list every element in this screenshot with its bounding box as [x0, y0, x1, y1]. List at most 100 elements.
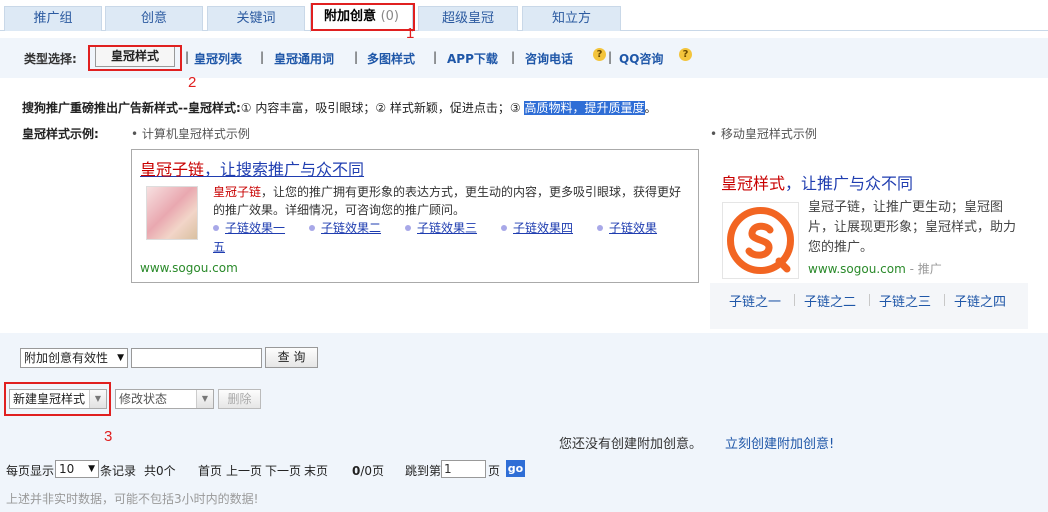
bullet-icon — [501, 225, 507, 231]
type-separator: | — [185, 50, 190, 64]
mobile-sublink[interactable]: 子链之四 — [954, 291, 1006, 310]
bullet-icon — [213, 225, 219, 231]
jump-page-value: 1 — [444, 462, 452, 476]
empty-message: 您还没有创建附加创意。 — [559, 437, 703, 452]
search-input[interactable] — [131, 348, 262, 368]
type-separator: | — [260, 50, 265, 64]
tab-extra-creative[interactable]: 附加创意 (0) — [310, 3, 413, 32]
tab-extra-creative-count: (0) — [380, 9, 399, 24]
tab-keywords[interactable]: 关键词 — [207, 6, 305, 31]
pc-sublink[interactable]: 子链效果二 — [309, 219, 381, 236]
mobile-result-panel: 皇冠样式，让推广与众不同 皇冠子链，让推广更生动；皇冠图片，让展现更形象；皇冠样… — [710, 147, 1028, 283]
per-page-select[interactable]: 10 ▼ — [55, 460, 99, 478]
new-crown-style-combo[interactable]: 新建皇冠样式 ▼ — [9, 389, 107, 409]
tab-creative[interactable]: 创意 — [105, 6, 203, 31]
type-separator: | — [511, 50, 516, 64]
new-crown-style-label: 新建皇冠样式 — [13, 392, 86, 406]
validity-filter-value: 附加创意有效性 — [24, 351, 109, 365]
type-crown-list-link[interactable]: 皇冠列表 — [194, 50, 242, 67]
pc-sublink[interactable]: 子链效果三 — [405, 219, 477, 236]
tab-super-crown-label: 超级皇冠 — [441, 11, 494, 26]
mobile-sublink[interactable]: 子链之一 — [729, 291, 781, 310]
help-icon[interactable]: ? — [679, 48, 692, 61]
chevron-down-icon: ▼ — [89, 390, 106, 408]
query-button[interactable]: 查 询 — [265, 347, 318, 368]
type-phone-link[interactable]: 咨询电话 — [525, 50, 573, 67]
pc-sublink-label: 子链效果三 — [417, 221, 478, 235]
tab-bar: 推广组 创意 关键词 附加创意 (0) 超级皇冠 知立方 — [0, 0, 1048, 32]
go-button[interactable]: go — [506, 460, 525, 477]
tab-zhilifang[interactable]: 知立方 — [522, 6, 621, 31]
annotation-number-2: 2 — [188, 74, 197, 91]
delete-button[interactable]: 删除 — [218, 389, 261, 409]
pc-url: www.sogou.com — [140, 261, 238, 275]
type-app-download-link[interactable]: APP下载 — [447, 50, 498, 67]
pc-thumbnail-image — [146, 186, 198, 240]
mobile-example-title: • 移动皇冠样式示例 — [710, 127, 817, 141]
tab-keywords-label: 关键词 — [236, 11, 276, 26]
intro-end: 。 — [644, 101, 657, 115]
annotation-number-3: 3 — [104, 428, 113, 445]
pc-headline-brand: 皇冠子链 — [140, 160, 205, 179]
pc-example-title: • 计算机皇冠样式示例 — [131, 127, 250, 141]
pc-description-rest: ，让您的推广拥有更形象的表达方式，更生动的内容，更多吸引眼球，获得更好的推广效果… — [213, 185, 682, 217]
data-delay-note: 上述并非实时数据，可能不包括3小时内的数据! — [6, 492, 259, 506]
type-separator: | — [433, 50, 438, 64]
pc-description-brand: 皇冠子链 — [213, 185, 262, 199]
intro-lead: 搜狗推广重磅推出广告新样式--皇冠样式: — [22, 101, 241, 115]
pc-headline[interactable]: 皇冠子链，让搜索推广与众不同 — [140, 156, 364, 180]
mobile-sublink-divider — [944, 294, 945, 306]
records-label: 条记录 — [100, 464, 137, 478]
change-status-label: 修改状态 — [119, 392, 168, 406]
type-multi-image-link[interactable]: 多图样式 — [367, 50, 415, 67]
pc-sublink-label: 子链效果 — [609, 221, 658, 235]
total-count: 共0个 — [144, 464, 176, 478]
jump-page-input[interactable]: 1 — [441, 460, 486, 478]
tab-super-crown[interactable]: 超级皇冠 — [418, 6, 518, 31]
sogou-logo-icon — [722, 202, 799, 279]
tab-ad-group[interactable]: 推广组 — [4, 6, 102, 31]
prev-page-link[interactable]: 上一页 — [226, 462, 262, 479]
type-separator: | — [608, 50, 613, 64]
pc-sublink-label: 子链效果二 — [321, 221, 382, 235]
tab-zhilifang-label: 知立方 — [551, 11, 591, 26]
mobile-description: 皇冠子链，让推广更生动；皇冠图片，让展现更形象；皇冠样式，助力您的推广。 — [808, 200, 1017, 255]
type-crown-common-words-link[interactable]: 皇冠通用词 — [274, 50, 334, 67]
page-suffix: 页 — [488, 464, 501, 478]
pc-sublink-label: 子链效果四 — [513, 221, 574, 235]
jump-label: 跳到第 — [405, 464, 442, 478]
mobile-url-host: www.sogou.com — [808, 262, 906, 276]
pc-sublink[interactable]: 子链效果四 — [501, 219, 573, 236]
mobile-headline-rest: ，让推广与众不同 — [785, 174, 914, 193]
mobile-url: www.sogou.com - 推广 — [808, 260, 942, 277]
next-page-link[interactable]: 下一页 — [265, 462, 301, 479]
tab-creative-label: 创意 — [140, 11, 167, 26]
first-page-link[interactable]: 首页 — [198, 462, 222, 479]
create-extra-creative-link[interactable]: 立刻创建附加创意! — [725, 433, 834, 452]
type-qq-link[interactable]: QQ咨询 — [619, 50, 663, 67]
pc-headline-rest: ，让搜索推广与众不同 — [204, 160, 365, 179]
mobile-sublink-divider — [869, 294, 870, 306]
mobile-headline[interactable]: 皇冠样式，让推广与众不同 — [721, 170, 913, 194]
mobile-sublink[interactable]: 子链之二 — [804, 291, 856, 310]
tab-ad-group-label: 推广组 — [33, 11, 73, 26]
pc-sublink[interactable]: 子链效果 — [597, 219, 657, 236]
pc-sublink-wrap[interactable]: 五 — [213, 238, 225, 255]
mobile-sublinks: 子链之一 子链之二 子链之三 子链之四 — [710, 291, 1028, 315]
bullet-icon — [597, 225, 603, 231]
pc-sublink-label: 子链效果一 — [225, 221, 286, 235]
mobile-sublink[interactable]: 子链之三 — [879, 291, 931, 310]
examples-label: 皇冠样式示例: — [22, 127, 99, 141]
help-icon[interactable]: ? — [593, 48, 606, 61]
page-total: /0页 — [360, 464, 385, 478]
validity-filter-select[interactable]: 附加创意有效性 ▼ — [20, 348, 128, 368]
change-status-combo[interactable]: 修改状态 ▼ — [115, 389, 214, 409]
type-label: 类型选择: — [24, 52, 77, 66]
pc-example-card: 皇冠子链，让搜索推广与众不同 皇冠子链，让您的推广拥有更形象的表达方式，更生动的… — [131, 149, 699, 283]
mobile-sublink-divider — [794, 294, 795, 306]
pc-sublink[interactable]: 子链效果一 — [213, 219, 285, 236]
page-info: 0/0页 — [352, 462, 384, 479]
last-page-link[interactable]: 末页 — [304, 462, 328, 479]
tab-extra-creative-label: 附加创意 — [324, 9, 377, 24]
type-crown-style-button[interactable]: 皇冠样式 — [95, 46, 175, 67]
